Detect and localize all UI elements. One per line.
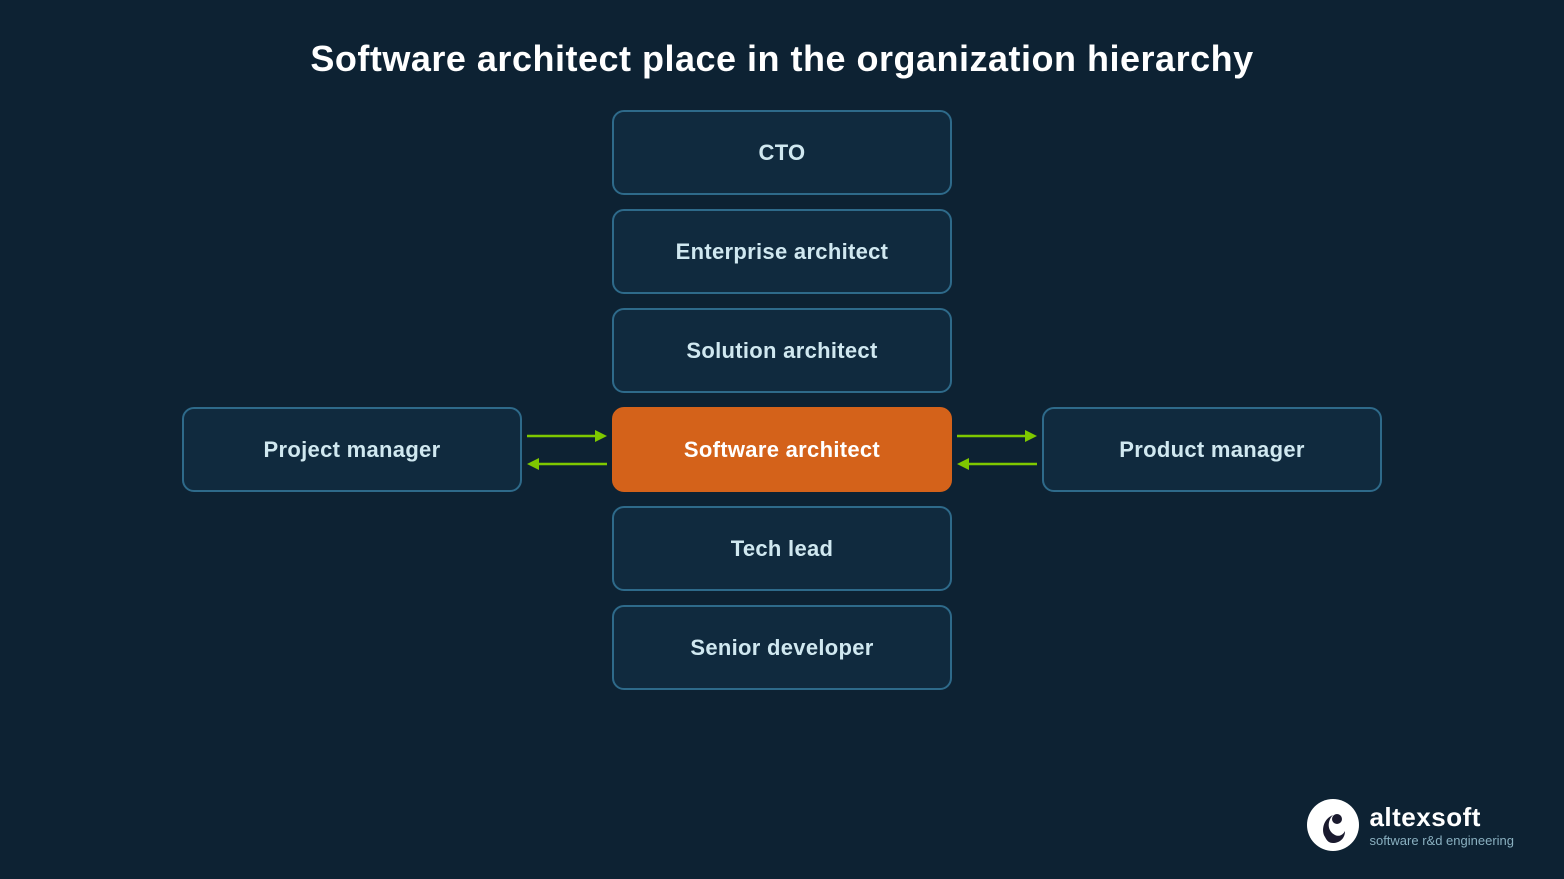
left-arrows <box>522 426 612 474</box>
arrow-left-2 <box>957 454 1037 474</box>
diagram: CTO Enterprise architect Solution archit… <box>0 100 1564 879</box>
cto-node: CTO <box>612 110 952 195</box>
altexsoft-logo-icon <box>1307 799 1359 851</box>
right-arrows <box>952 426 1042 474</box>
logo: altexsoft software r&d engineering <box>1307 799 1514 851</box>
software-architect-node: Software architect <box>612 407 952 492</box>
solution-architect-node: Solution architect <box>612 308 952 393</box>
senior-developer-node: Senior developer <box>612 605 952 690</box>
page-title: Software architect place in the organiza… <box>0 0 1564 80</box>
logo-subtitle: software r&d engineering <box>1369 833 1514 848</box>
enterprise-architect-node: Enterprise architect <box>612 209 952 294</box>
project-manager-node: Project manager <box>182 407 522 492</box>
arrow-left-1 <box>527 454 607 474</box>
logo-text: altexsoft software r&d engineering <box>1369 802 1514 848</box>
arrow-right-2 <box>957 426 1037 446</box>
tech-lead-node: Tech lead <box>612 506 952 591</box>
logo-name: altexsoft <box>1369 802 1514 833</box>
arrow-right-1 <box>527 426 607 446</box>
product-manager-node: Product manager <box>1042 407 1382 492</box>
